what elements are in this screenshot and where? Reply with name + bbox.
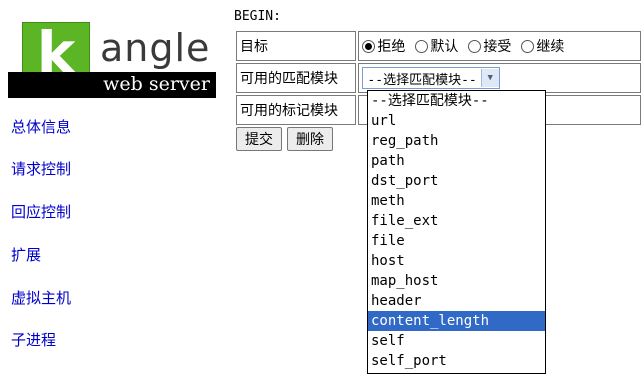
dropdown-option[interactable]: url [368,111,545,131]
match-module-dropdown-list[interactable]: --选择匹配模块-- url reg_path path dst_port meth fil… [367,90,546,374]
radio-default[interactable]: 默认 [415,36,458,56]
radio-accept-label: 接受 [483,39,512,55]
radio-default-circle[interactable] [415,39,429,53]
dropdown-option[interactable]: map_host [368,271,545,291]
dropdown-option[interactable]: path [368,151,545,171]
logo-name: angle [100,26,211,70]
match-module-select[interactable]: --选择匹配模块-- ▼ [362,67,500,89]
delete-button[interactable]: 删除 [287,127,333,151]
radio-reject-circle[interactable] [362,39,376,53]
match-module-label: 可用的匹配模块 [236,63,357,93]
nav-extensions[interactable]: 扩展 [11,244,41,265]
match-module-select-value: --选择匹配模块-- [367,72,477,88]
radio-default-label: 默认 [430,39,459,55]
form-buttons: 提交 删除 [236,127,333,151]
nav-response-control[interactable]: 回应控制 [11,201,71,222]
dropdown-option[interactable]: file_ext [368,211,545,231]
match-module-cell: --选择匹配模块-- ▼ [358,63,641,93]
nav-virtual-hosts[interactable]: 虚拟主机 [11,287,71,308]
radio-accept[interactable]: 接受 [468,36,511,56]
dropdown-option[interactable]: meth [368,191,545,211]
target-label: 目标 [236,31,357,61]
dropdown-option[interactable]: header [368,291,545,311]
dropdown-option[interactable]: file [368,231,545,251]
dropdown-option[interactable]: self [368,331,545,351]
submit-button[interactable]: 提交 [236,127,282,151]
dropdown-option[interactable]: --选择匹配模块-- [368,91,545,111]
dropdown-option[interactable]: self_port [368,351,545,371]
match-module-row: 可用的匹配模块 --选择匹配模块-- ▼ [236,63,641,93]
mark-module-label: 可用的标记模块 [236,95,357,125]
nav-overview[interactable]: 总体信息 [11,116,71,137]
dropdown-option[interactable]: dst_port [368,171,545,191]
radio-reject[interactable]: 拒绝 [362,36,405,56]
dropdown-option[interactable]: host [368,251,545,271]
target-radio-cell: 拒绝 默认 接受 继续 [358,31,641,61]
dropdown-option[interactable]: content_length [368,311,545,331]
begin-label: BEGIN: [234,9,281,24]
radio-reject-label: 拒绝 [377,39,406,55]
target-radio-group: 拒绝 默认 接受 继续 [362,36,637,56]
radio-continue-label: 继续 [536,39,565,55]
logo-subtitle: web server [103,73,210,95]
radio-accept-circle[interactable] [468,39,482,53]
kangle-logo: k angle web server [8,19,218,98]
target-row: 目标 拒绝 默认 接受 继续 [236,31,641,61]
radio-continue-circle[interactable] [521,39,535,53]
chevron-down-icon[interactable]: ▼ [480,69,499,87]
nav-request-control[interactable]: 请求控制 [11,158,71,179]
logo-subtitle-bar: web server [8,72,216,98]
radio-continue[interactable]: 继续 [521,36,564,56]
nav-subprocess[interactable]: 子进程 [11,329,56,350]
dropdown-option[interactable]: reg_path [368,131,545,151]
